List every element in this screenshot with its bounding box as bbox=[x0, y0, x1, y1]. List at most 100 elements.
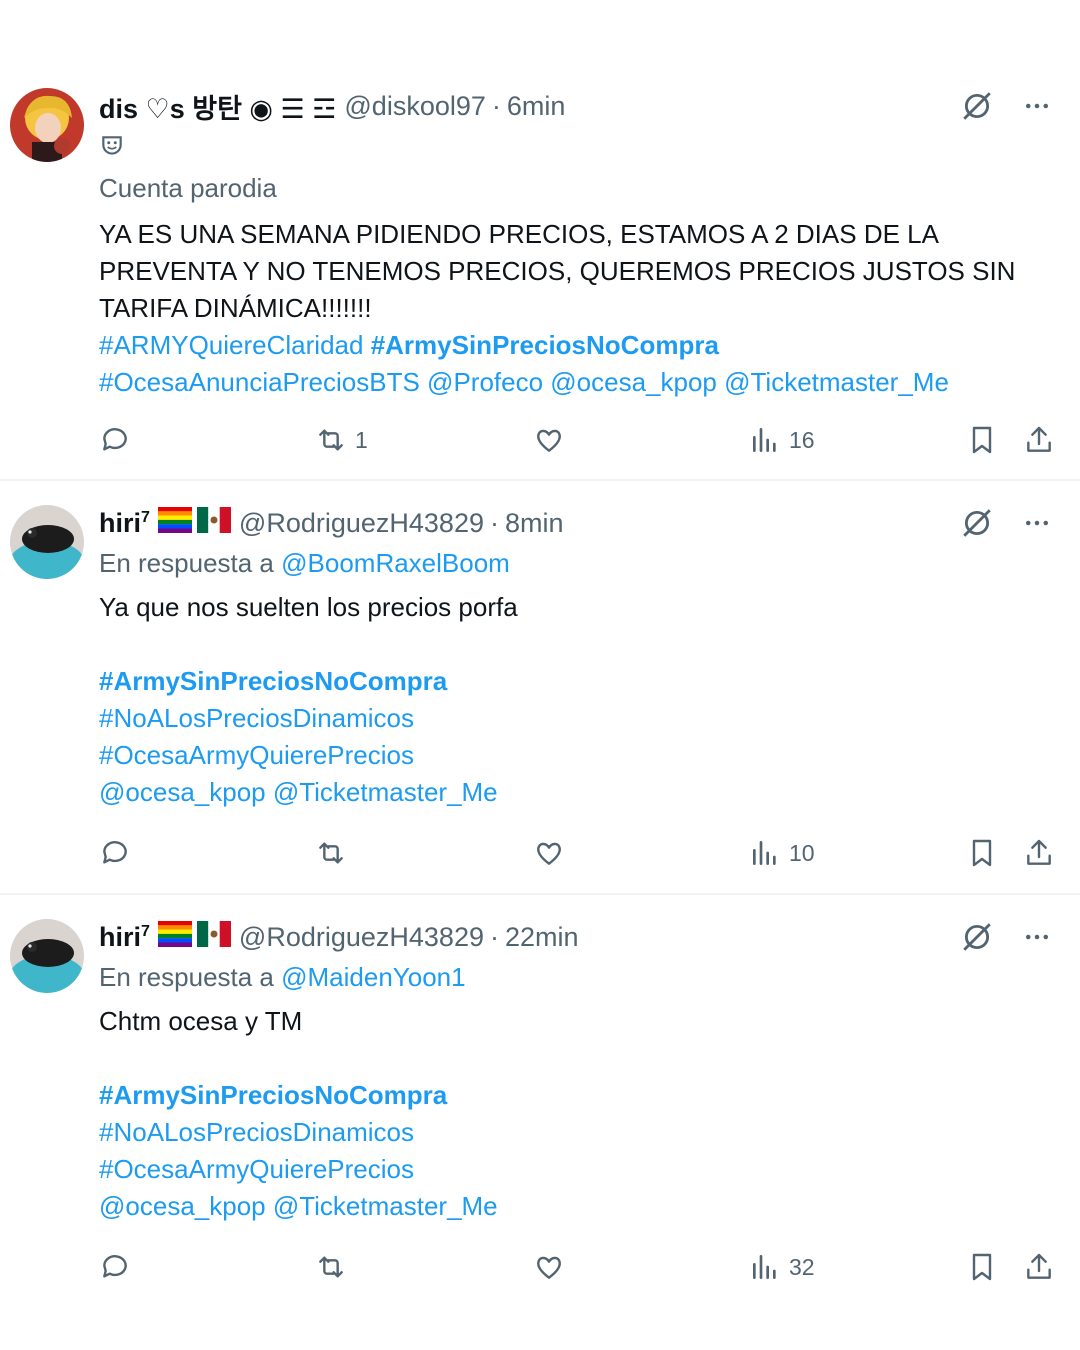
share-button[interactable] bbox=[1023, 833, 1055, 873]
like-button[interactable] bbox=[533, 1247, 565, 1287]
hashtag-link[interactable]: #ArmySinPreciosNoCompra bbox=[99, 663, 1050, 700]
retweet-count: 1 bbox=[355, 426, 368, 453]
retweet-icon bbox=[319, 429, 343, 451]
tweet-top-actions bbox=[958, 86, 1056, 126]
reply-to-link[interactable]: @BoomRaxelBoom bbox=[281, 548, 510, 578]
retweet-icon bbox=[319, 842, 343, 864]
name-emoji-flags bbox=[157, 920, 231, 954]
share-button[interactable] bbox=[1023, 420, 1055, 460]
reply-icon bbox=[103, 428, 127, 451]
more-options-icon[interactable] bbox=[1018, 87, 1056, 125]
views-chart-icon bbox=[753, 841, 776, 865]
timestamp[interactable]: 8min bbox=[505, 508, 564, 539]
hashtag-link[interactable]: #ARMYQuiereClaridad bbox=[99, 330, 363, 360]
tweet-top-actions bbox=[958, 917, 1056, 957]
views-count: 32 bbox=[789, 1253, 815, 1280]
tweet-header: dis ♡s 방탄 ◉ ☰ ☲ @diskool97 · 6min bbox=[99, 86, 1050, 126]
name-emoji-flags bbox=[157, 506, 231, 540]
mentions-line[interactable]: @ocesa_kpop @Ticketmaster_Me bbox=[99, 774, 1050, 811]
retweet-button[interactable]: 1 bbox=[315, 420, 368, 460]
display-name[interactable]: hiri7 bbox=[99, 922, 150, 953]
retweet-button[interactable] bbox=[315, 833, 347, 873]
share-icon bbox=[1027, 1253, 1051, 1279]
hashtag-link[interactable]: #OcesaArmyQuierePrecios bbox=[99, 737, 1050, 774]
heart-icon bbox=[537, 842, 561, 865]
user-handle[interactable]: @RodriguezH43829 bbox=[239, 508, 484, 539]
tweet-text: Chtm ocesa y TM bbox=[99, 1006, 303, 1036]
heart-icon bbox=[537, 1256, 561, 1279]
user-handle[interactable]: @RodriguezH43829 bbox=[239, 922, 484, 953]
views-button[interactable]: 32 bbox=[749, 1247, 815, 1287]
heart-icon bbox=[537, 429, 561, 452]
mentions-line[interactable]: @ocesa_kpop @Ticketmaster_Me bbox=[99, 1188, 1050, 1225]
views-button[interactable]: 16 bbox=[749, 420, 815, 460]
hashtag-link[interactable]: #OcesaArmyQuierePrecios bbox=[99, 1151, 1050, 1188]
hashtag-link[interactable]: #ArmySinPreciosNoCompra bbox=[371, 330, 719, 360]
share-button[interactable] bbox=[1023, 1247, 1055, 1287]
more-options-icon[interactable] bbox=[1018, 918, 1056, 956]
name-superscript: 7 bbox=[141, 922, 150, 940]
bookmark-button[interactable] bbox=[966, 420, 998, 460]
grok-icon[interactable] bbox=[958, 87, 996, 125]
reply-icon bbox=[103, 841, 127, 864]
views-chart-icon bbox=[753, 428, 776, 452]
reply-icon bbox=[103, 1255, 127, 1278]
hashtag-link[interactable]: #NoALosPreciosDinamicos bbox=[99, 700, 1050, 737]
retweet-icon bbox=[319, 1256, 343, 1278]
tweet-actions: 10 bbox=[99, 833, 1055, 873]
timestamp[interactable]: 6min bbox=[507, 91, 566, 122]
mexico-flag-icon bbox=[196, 506, 231, 540]
tweet-top-actions bbox=[958, 503, 1056, 543]
tweet-header: hiri7 @RodriguezH43829 · 8min bbox=[99, 503, 1050, 543]
separator-dot: · bbox=[489, 921, 499, 952]
tweet-text: Ya que nos suelten los precios porfa bbox=[99, 592, 518, 622]
hashtag-mentions-line[interactable]: #OcesaAnunciaPreciosBTS @Profeco @ocesa_… bbox=[99, 364, 1050, 401]
display-name[interactable]: dis ♡s 방탄 ◉ ☰ ☲ bbox=[99, 87, 336, 126]
parody-label: Cuenta parodia bbox=[99, 173, 277, 203]
hashtag-link[interactable]: #NoALosPreciosDinamicos bbox=[99, 1114, 1050, 1151]
reply-prefix: En respuesta a bbox=[99, 962, 274, 992]
user-handle[interactable]: @diskool97 bbox=[344, 91, 486, 122]
hashtag-link[interactable]: #ArmySinPreciosNoCompra bbox=[99, 1077, 1050, 1114]
like-button[interactable] bbox=[533, 833, 565, 873]
tweet-text: YA ES UNA SEMANA PIDIENDO PRECIOS, ESTAM… bbox=[99, 219, 1016, 323]
tweet-header: hiri7 @RodriguezH43829 · 22min bbox=[99, 917, 1050, 957]
timestamp[interactable]: 22min bbox=[505, 922, 579, 953]
separator-dot: · bbox=[489, 507, 499, 538]
reply-to-link[interactable]: @MaidenYoon1 bbox=[281, 962, 465, 992]
views-chart-icon bbox=[753, 1255, 776, 1279]
avatar[interactable] bbox=[10, 505, 84, 579]
display-name-text: hiri bbox=[99, 507, 142, 538]
bookmark-button[interactable] bbox=[966, 1247, 998, 1287]
timeline-feed: dis ♡s 방탄 ◉ ☰ ☲ @diskool97 · 6min Cuenta… bbox=[0, 0, 1080, 1350]
like-button[interactable] bbox=[533, 420, 565, 460]
avatar[interactable] bbox=[10, 88, 84, 162]
views-count: 10 bbox=[789, 839, 815, 866]
reply-button[interactable] bbox=[99, 420, 131, 460]
reply-context: En respuesta a @BoomRaxelBoom bbox=[99, 545, 1050, 582]
reply-button[interactable] bbox=[99, 833, 131, 873]
views-button[interactable]: 10 bbox=[749, 833, 815, 873]
share-icon bbox=[1027, 426, 1051, 452]
more-options-icon[interactable] bbox=[1018, 504, 1056, 542]
rainbow-flag-icon bbox=[157, 506, 192, 540]
retweet-button[interactable] bbox=[315, 1247, 347, 1287]
views-count: 16 bbox=[789, 426, 815, 453]
mexico-flag-icon bbox=[196, 920, 231, 954]
reply-button[interactable] bbox=[99, 1247, 131, 1287]
tweet-divider bbox=[0, 479, 1080, 481]
reply-context: En respuesta a @MaidenYoon1 bbox=[99, 959, 1050, 996]
bookmark-icon bbox=[972, 839, 992, 867]
name-superscript: 7 bbox=[141, 508, 150, 526]
tweet-actions: 32 bbox=[99, 1247, 1055, 1287]
grok-icon[interactable] bbox=[958, 504, 996, 542]
display-name[interactable]: hiri7 bbox=[99, 508, 150, 539]
bookmark-icon bbox=[972, 1253, 992, 1281]
grok-icon[interactable] bbox=[958, 918, 996, 956]
tweet-actions: 1 16 bbox=[99, 420, 1055, 460]
avatar[interactable] bbox=[10, 919, 84, 993]
theater-mask-icon bbox=[99, 133, 125, 164]
tweet-divider bbox=[0, 893, 1080, 895]
bookmark-button[interactable] bbox=[966, 833, 998, 873]
bookmark-icon bbox=[972, 426, 992, 454]
